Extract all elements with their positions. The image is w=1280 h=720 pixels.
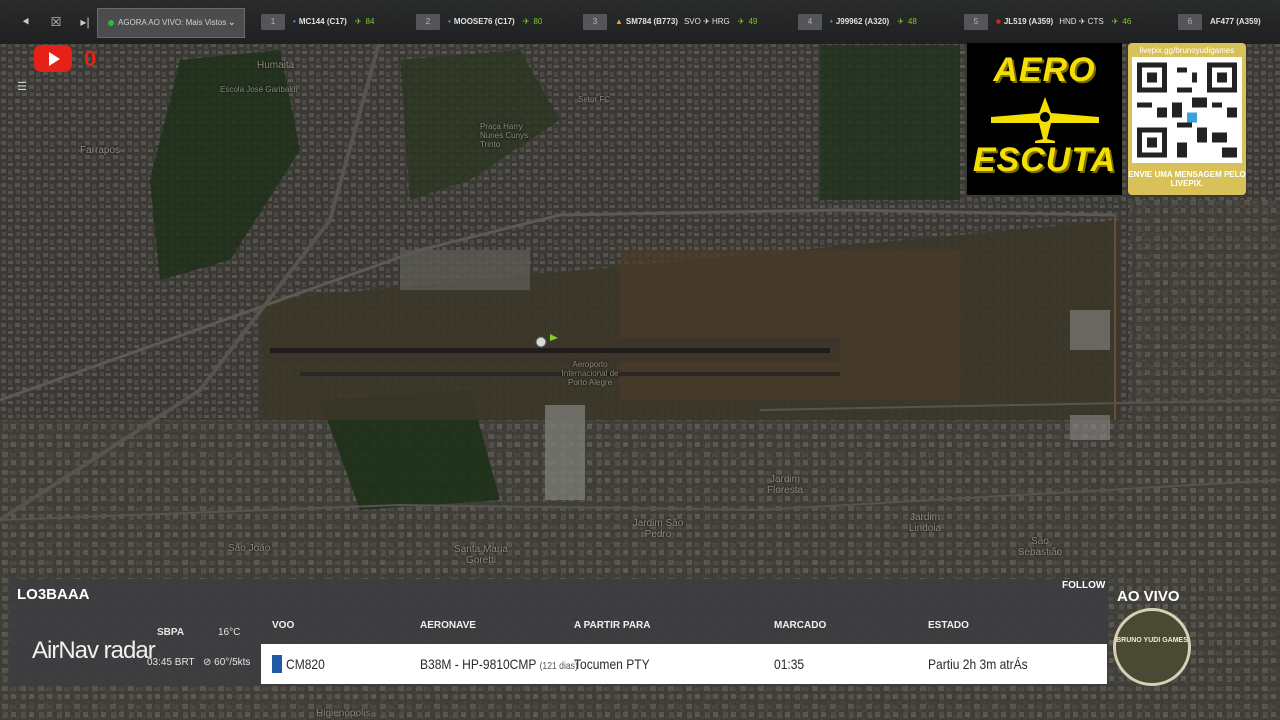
aero-logo-line2: ESCUTA — [972, 141, 1117, 179]
flight-chip-number: 1 — [261, 14, 285, 30]
flight-chip-callsign: MOOSE76 (C17) — [453, 17, 515, 26]
flight-chip-altitude: 46 — [1112, 17, 1132, 26]
flight-chip-2[interactable]: 2 •MOOSE76 (C17) 80 — [416, 14, 542, 30]
airnav-radar-logo: AirNav radar — [32, 637, 156, 664]
live-dot-icon — [108, 19, 114, 26]
qr-code-icon — [1132, 57, 1242, 163]
flight-chip-number: 4 — [798, 14, 822, 30]
map-label-airport: Aeroporto Internacional de Porto Alegre — [561, 360, 619, 387]
cell-aeronave-age: (121 dias) — [539, 661, 578, 672]
map-label-jardim-sao-pedro: Jardim São Pedro — [632, 518, 684, 540]
table-row[interactable]: CM820 B38M - HP-9810CMP (121 dias) Tocum… — [261, 644, 1107, 684]
close-panel-icon[interactable]: ☒ — [48, 15, 64, 29]
flag-icon: ▲ — [615, 17, 623, 26]
airline-logo-icon — [272, 655, 282, 673]
cell-voo: CM820 — [286, 656, 325, 672]
collapse-sidebar-icon[interactable]: ⯇ — [18, 15, 34, 29]
map-label-setor: Setor FC — [578, 95, 611, 104]
livepix-message: ENVIE UMA MENSAGEM PELO LIVEPIX. — [1128, 170, 1246, 188]
youtube-icon — [34, 45, 72, 72]
flight-table: VOO AERONAVE A PARTIR PARA MARCADO ESTAD… — [260, 612, 1108, 685]
live-view-select[interactable]: AGORA AO VIVO: Mais Vistos ⌄ — [97, 8, 245, 38]
map-label-sao-sebastiao: São Sebastião — [1017, 536, 1063, 558]
flight-chip-callsign: AF477 (A359) — [1210, 17, 1261, 26]
temperature: 16°C — [218, 627, 241, 638]
flight-chip-route: HND ✈ CTS — [1059, 17, 1104, 26]
next-icon[interactable]: ▸| — [77, 15, 93, 29]
flight-chip-altitude: 49 — [738, 17, 758, 26]
layers-icon[interactable]: ☰ — [14, 80, 30, 94]
airport-code: SBPA — [157, 627, 185, 638]
channel-badge: BRUNO YUDI GAMES — [1113, 608, 1191, 686]
flight-chip-altitude: 80 — [523, 17, 543, 26]
flag-icon: • — [293, 17, 296, 26]
flight-chip-5[interactable]: 5 ■JL519 (A359) HND ✈ CTS 46 — [964, 14, 1131, 30]
wind-readout: ⊘ 60°/5kts — [203, 657, 250, 668]
flight-chip-1[interactable]: 1 •MC144 (C17) 84 — [261, 14, 374, 30]
cell-aeronave-model: B38M - HP-9810CMP — [420, 656, 537, 672]
flight-chip-callsign: SM784 (B773) — [625, 17, 678, 26]
flight-chip-number: 5 — [964, 14, 988, 30]
cell-destino: Tocumen PTY — [574, 656, 650, 672]
map-label-sao-joao: São João — [228, 543, 271, 554]
flight-chip-route: SVO ✈ HRG — [683, 17, 730, 26]
flight-chip-number: 6 — [1178, 14, 1202, 30]
map-label-praca: Praça Harry Nunes Cunys Trinto — [480, 122, 529, 149]
livepix-card[interactable]: livepix.gg/brunoyudigames ENVIE UMA MENS… — [1128, 43, 1246, 195]
map-label-higienopolis: Higienópolis — [316, 708, 371, 719]
airplane-icon — [991, 97, 1099, 143]
flight-info-panel: LO3BAAA AirNav radar SBPA 03:45 BRT 16°C… — [10, 579, 1108, 685]
wind-value: 60°/5kts — [214, 657, 251, 668]
flight-chip-number: 3 — [583, 14, 607, 30]
flag-icon: • — [830, 17, 833, 26]
header-estado: ESTADO — [928, 620, 969, 631]
ao-vivo-label: AO VIVO — [1117, 588, 1180, 605]
aero-logo-line1: AERO — [993, 51, 1096, 89]
aero-escuta-logo: AERO ESCUTA — [967, 43, 1122, 195]
flight-chip-3[interactable]: 3 ▲SM784 (B773) SVO ✈ HRG 49 — [583, 14, 757, 30]
local-time: 03:45 BRT — [147, 657, 195, 668]
flight-chip-6[interactable]: 6 AF477 (A359) — [1178, 14, 1261, 30]
map-label-escola: Escola José Garibaldi — [220, 85, 298, 94]
live-select-label: AGORA AO VIVO: Mais Vistos — [118, 18, 227, 27]
map-label-farrapos: Farrapos — [80, 145, 121, 156]
flag-icon: • — [448, 17, 451, 26]
header-voo: VOO — [272, 620, 295, 631]
flag-icon: ■ — [996, 17, 1001, 26]
header-destino: A PARTIR PARA — [574, 620, 651, 631]
top-bar: ⯇ ☒ ▸| AGORA AO VIVO: Mais Vistos ⌄ 1 • MC… — [0, 0, 1280, 44]
chevron-down-icon: ⌄ — [227, 17, 236, 28]
flight-chip-altitude: 84 — [355, 17, 375, 26]
wind-icon: ⊘ — [203, 657, 212, 668]
youtube-count: 0 — [84, 46, 97, 71]
follow-button[interactable]: FOLLOW — [1062, 580, 1105, 591]
flight-chip-callsign: J99962 (A320) — [835, 17, 890, 26]
cell-aeronave: B38M - HP-9810CMP (121 dias) — [420, 656, 578, 672]
map-label-jardim-floresta: Jardim Floresta — [766, 474, 804, 496]
map-label-jardim-lindoia: Jardim Lindoia — [908, 512, 942, 534]
map-label-humaita: Humaitá — [257, 60, 295, 71]
map-label-santa-maria: Santa Maria Goretti — [454, 544, 508, 566]
cell-estado: Partiu 2h 3m atrÁs — [928, 656, 1028, 672]
badge-text: BRUNO YUDI GAMES — [1116, 637, 1188, 644]
aircraft-registration: LO3BAAA — [17, 586, 90, 603]
header-marcado: MARCADO — [774, 620, 827, 631]
flight-chip-callsign: MC144 (C17) — [298, 17, 347, 26]
header-aeronave: AERONAVE — [420, 620, 476, 631]
flight-chip-callsign: JL519 (A359) — [1003, 17, 1054, 26]
livepix-url: livepix.gg/brunoyudigames — [1139, 46, 1235, 55]
cell-marcado: 01:35 — [774, 656, 805, 672]
flight-chip-altitude: 48 — [897, 17, 917, 26]
flight-chip-number: 2 — [416, 14, 440, 30]
flight-chip-4[interactable]: 4 •J99962 (A320) 48 — [798, 14, 917, 30]
